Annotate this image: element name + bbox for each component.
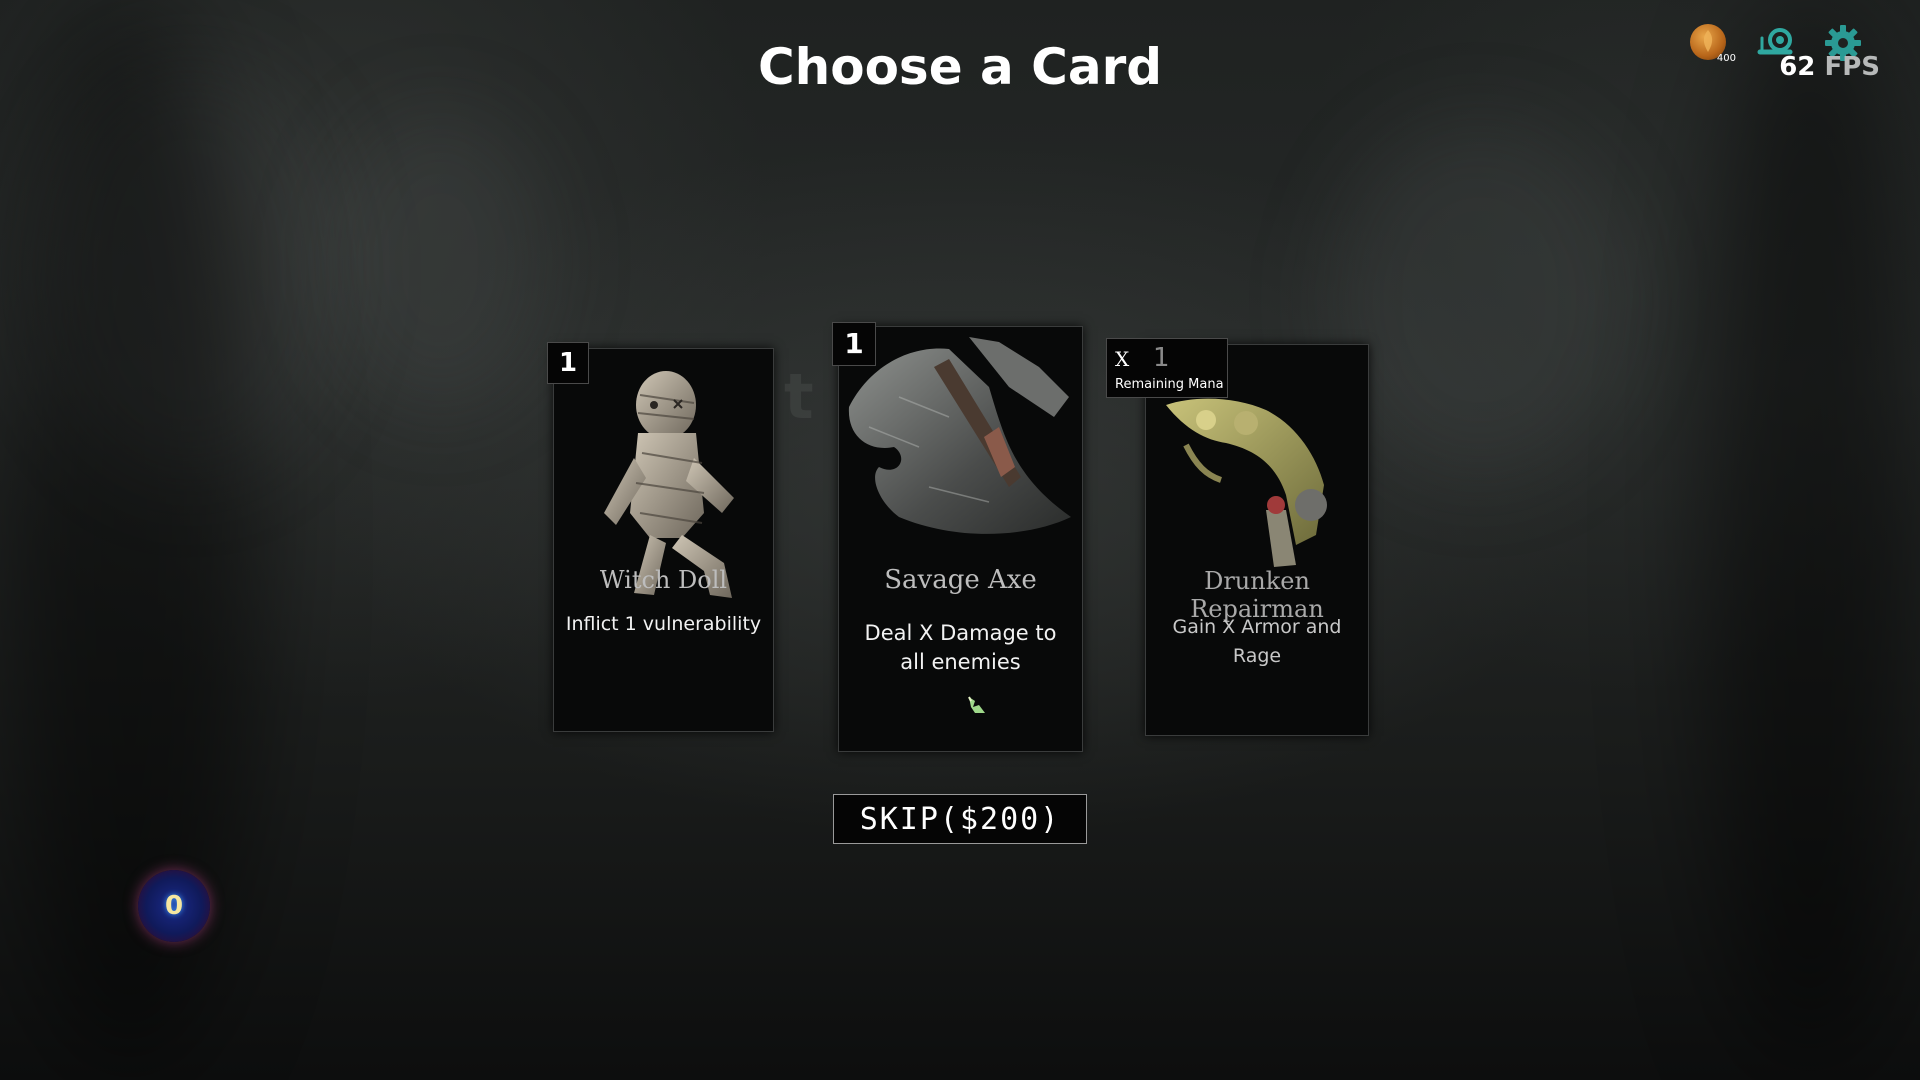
card-description: Gain X Armor and Rage [1172,616,1342,667]
card-cost-badge: X 1 Remaining Mana [1106,338,1228,398]
fps-value: 62 [1779,52,1816,82]
background-shadow [0,0,260,1080]
card-cost-badge: 1 [547,342,589,384]
gold-coin-icon[interactable]: 400 [1690,24,1736,64]
cost-caption: Remaining Mana [1115,377,1224,392]
card-savage-axe[interactable]: Savage Axe Deal X Damage to all enemies [838,326,1083,752]
fps-counter: 62 FPS [1779,52,1880,82]
fps-unit: FPS [1824,52,1880,82]
background-shadow [1700,0,1920,1080]
card-drunken-repairman[interactable]: Drunken Repairman Gain X Armor and Rage [1145,344,1369,736]
skip-button[interactable]: SKIP($200) [833,794,1087,844]
card-name: Witch Doll [599,566,728,594]
card-name: Savage Axe [884,565,1037,595]
card-description: Deal X Damage to all enemies [864,621,1057,674]
card-description: Inflict 1 vulnerability [565,613,762,635]
cost-value: 1 [1153,343,1170,373]
mechanical-arm-icon [1146,385,1368,585]
gold-amount: 400 [1716,53,1736,64]
card-witch-doll[interactable]: Witch Doll Inflict 1 vulnerability [553,348,774,732]
background-tree [1330,120,1630,480]
mana-orb-icon[interactable]: 0 [138,870,210,942]
page-title: Choose a Card [757,38,1163,96]
background-tree [330,110,550,410]
cost-prefix: X [1115,347,1130,371]
card-cost-badge: 1 [832,322,876,366]
leaf-icon [965,693,989,717]
orb-value: 0 [164,891,184,921]
hud-bar: 400 62 FPS [1690,24,1880,84]
